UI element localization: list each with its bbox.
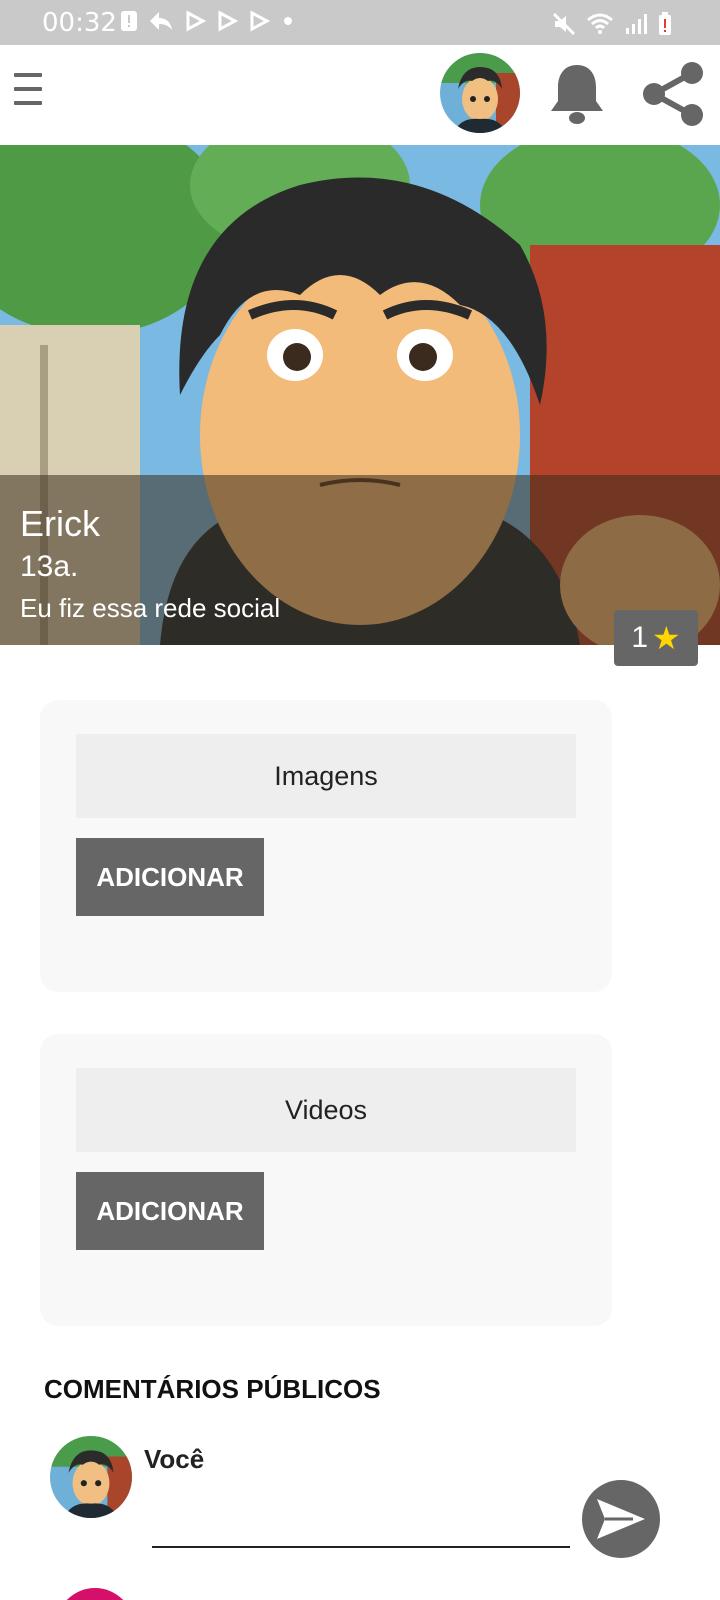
menu-icon[interactable]	[14, 73, 44, 113]
reply-icon	[150, 12, 172, 30]
battery-alert-icon	[659, 12, 671, 35]
comment-author: Você	[144, 1444, 205, 1474]
bell-icon[interactable]	[548, 61, 606, 127]
send-icon	[597, 1499, 645, 1539]
videos-card: Videos ADICIONAR	[40, 1034, 612, 1326]
mute-icon	[552, 12, 576, 36]
avatar[interactable]	[440, 53, 520, 133]
add-images-button[interactable]: ADICIONAR	[76, 838, 264, 916]
comment-avatar	[50, 1436, 132, 1518]
share-icon[interactable]	[638, 59, 708, 129]
profile-cover: Erick 13a. Eu fiz essa rede social	[0, 145, 720, 645]
status-bar: 00:32	[0, 0, 720, 45]
signal-icon	[626, 14, 647, 34]
send-button[interactable]	[582, 1480, 660, 1558]
dot-icon	[284, 17, 292, 25]
status-right-icons	[552, 12, 672, 36]
play-outline-icon	[250, 10, 270, 32]
videos-section-title: Videos	[76, 1068, 576, 1152]
play-outline-icon	[218, 10, 238, 32]
rating-count: 1	[631, 621, 648, 654]
add-videos-button[interactable]: ADICIONAR	[76, 1172, 264, 1250]
comment-avatar	[56, 1588, 134, 1600]
wifi-icon	[587, 13, 613, 34]
images-card: Imagens ADICIONAR	[40, 700, 612, 992]
rating-badge[interactable]: 1 ★	[614, 610, 698, 666]
status-left-icons	[120, 10, 296, 32]
images-section-title: Imagens	[76, 734, 576, 818]
star-icon: ★	[652, 620, 681, 656]
profile-age: 13a.	[20, 550, 79, 583]
status-time: 00:32	[42, 8, 117, 38]
comment-input[interactable]	[152, 1500, 570, 1548]
app-root: 00:32 Erick 13a. Eu fiz essa rede social…	[0, 0, 720, 1600]
app-bar	[0, 45, 720, 145]
alert-icon	[121, 11, 137, 31]
comments-title: COMENTÁRIOS PÚBLICOS	[44, 1374, 381, 1404]
profile-bio: Eu fiz essa rede social	[20, 593, 281, 623]
profile-name: Erick	[20, 503, 100, 544]
play-outline-icon	[186, 10, 206, 32]
